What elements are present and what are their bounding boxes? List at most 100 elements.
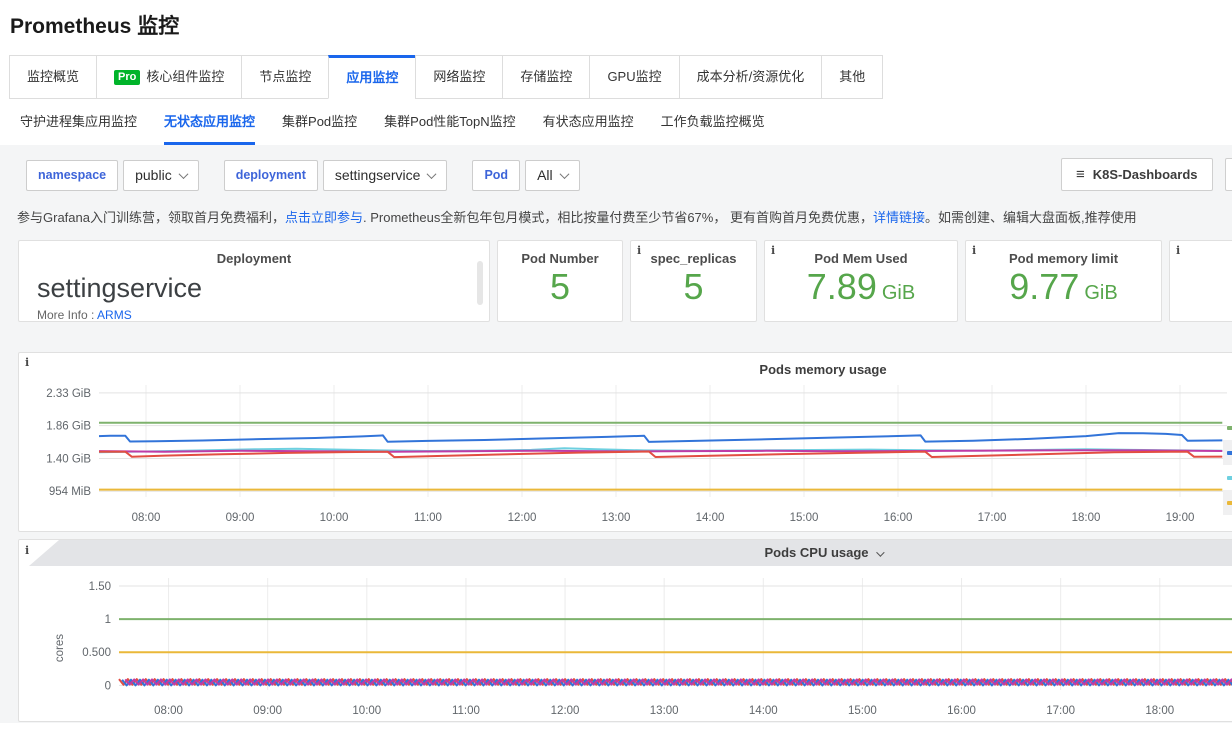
info-icon[interactable]: i: [972, 244, 976, 257]
svg-text:2.33 GiB: 2.33 GiB: [46, 388, 91, 400]
tab-others[interactable]: 其他: [821, 55, 883, 99]
tab-network-monitor[interactable]: 网络监控: [415, 55, 503, 99]
more-info-label: More Info :: [37, 308, 94, 322]
cpu-usage-chart: 08:0009:0010:0011:0012:0013:0014:0015:00…: [19, 568, 1232, 722]
join-now-link[interactable]: 点击立即参与: [285, 210, 363, 225]
info-icon[interactable]: i: [25, 544, 29, 557]
arms-link[interactable]: ARMS: [97, 308, 132, 322]
svg-text:14:00: 14:00: [696, 512, 725, 524]
svg-text:cores: cores: [54, 634, 66, 662]
tab-core-components[interactable]: Pro核心组件监控: [96, 55, 242, 99]
svg-text:11:00: 11:00: [452, 705, 480, 717]
legend-item[interactable]: [1223, 490, 1232, 515]
svg-text:15:00: 15:00: [790, 512, 819, 524]
svg-text:19:00: 19:00: [1166, 512, 1195, 524]
svg-text:16:00: 16:00: [947, 705, 976, 717]
promo-banner: 参与Grafana入门训练营，领取首月免费福利，点击立即参与. Promethe…: [17, 207, 1232, 226]
svg-text:09:00: 09:00: [253, 705, 282, 717]
cpu-chart-title[interactable]: Pods CPU usage: [19, 540, 1232, 566]
banner-text: 。如需创建、编辑大盘面板,推荐使用: [925, 210, 1137, 225]
menu-icon: ≡: [1076, 166, 1085, 183]
svg-text:1: 1: [105, 614, 111, 626]
tab-cost-analysis[interactable]: 成本分析/资源优化: [679, 55, 823, 99]
pro-badge: Pro: [114, 70, 140, 85]
subtab-cluster-pod[interactable]: 集群Pod监控: [282, 99, 357, 145]
legend-swatch: [1227, 451, 1232, 455]
svg-text:08:00: 08:00: [154, 705, 183, 717]
sub-tab-bar: 守护进程集应用监控 无状态应用监控 集群Pod监控 集群Pod性能TopN监控 …: [0, 99, 1232, 145]
cpu-chart-header: i Pods CPU usage: [19, 540, 1232, 566]
panel-scrollbar[interactable]: [477, 261, 483, 305]
tab-gpu-monitor[interactable]: GPU监控: [589, 55, 679, 99]
stat-panel-deployment: Deployment settingservice More Info : AR…: [18, 240, 490, 322]
svg-text:1.86 GiB: 1.86 GiB: [46, 421, 91, 433]
info-icon[interactable]: i: [637, 244, 641, 257]
stat-panel-pod-memory-limit: i Pod memory limit 9.77GiB: [965, 240, 1162, 322]
legend-swatch: [1227, 426, 1232, 430]
import-button[interactable]: 导入G: [1225, 158, 1232, 191]
legend-item[interactable]: [1223, 415, 1232, 440]
value-unit: GiB: [1084, 282, 1117, 304]
spec-replicas-value: 5: [631, 267, 756, 307]
deployment-name-value: settingservice: [19, 273, 489, 303]
info-icon[interactable]: i: [25, 356, 29, 369]
svg-text:08:00: 08:00: [132, 512, 161, 524]
stat-panel-pod-mem-used: i Pod Mem Used 7.89GiB: [764, 240, 958, 322]
svg-text:10:00: 10:00: [352, 705, 381, 717]
tab-label: 存储监控: [520, 56, 572, 98]
chevron-down-icon: [427, 169, 437, 179]
svg-text:15:00: 15:00: [848, 705, 877, 717]
details-link[interactable]: 详情链接: [873, 210, 925, 225]
filter-group: namespace public deployment settingservi…: [26, 159, 1232, 191]
stat-title: Pod Number: [498, 251, 622, 266]
svg-text:17:00: 17:00: [978, 512, 1007, 524]
more-info-line: More Info : ARMS: [19, 308, 489, 322]
filter-row: namespace public deployment settingservi…: [26, 159, 1232, 191]
stat-panel-spec-replicas: i spec_replicas 5: [630, 240, 757, 322]
tab-app-monitor[interactable]: 应用监控: [328, 55, 416, 99]
info-icon[interactable]: i: [1176, 244, 1180, 257]
cpu-chart-title-text: Pods CPU usage: [764, 545, 868, 560]
svg-text:1.40 GiB: 1.40 GiB: [46, 453, 91, 465]
pod-mem-used-value: 7.89GiB: [765, 267, 957, 313]
namespace-value: public: [135, 167, 172, 183]
svg-text:16:00: 16:00: [884, 512, 913, 524]
memory-usage-chart: 08:0009:0010:0011:0012:0013:0014:0015:00…: [19, 379, 1232, 530]
dashboard-content: namespace public deployment settingservi…: [0, 145, 1232, 723]
subtab-stateless-app[interactable]: 无状态应用监控: [164, 99, 255, 145]
tab-label: 网络监控: [433, 56, 485, 98]
subtab-daemonset-app[interactable]: 守护进程集应用监控: [20, 99, 137, 145]
tab-node-monitor[interactable]: 节点监控: [241, 55, 329, 99]
page-title: Prometheus 监控: [10, 10, 1232, 40]
svg-text:18:00: 18:00: [1145, 705, 1174, 717]
stat-title: Pod Mem Used: [765, 251, 957, 266]
legend-item[interactable]: [1223, 465, 1232, 490]
pod-select[interactable]: All: [525, 160, 580, 191]
tab-monitor-overview[interactable]: 监控概览: [9, 55, 97, 99]
pod-memory-limit-value: 9.77GiB: [966, 267, 1161, 313]
pod-number-value: 5: [498, 267, 622, 307]
tab-storage-monitor[interactable]: 存储监控: [502, 55, 590, 99]
legend-item[interactable]: [1223, 440, 1232, 465]
chevron-down-icon: [559, 169, 569, 179]
legend-swatch: [1227, 501, 1232, 505]
namespace-select[interactable]: public: [123, 160, 199, 191]
svg-text:13:00: 13:00: [602, 512, 631, 524]
tab-label: 其他: [839, 56, 865, 98]
main-tab-bar: 监控概览 Pro核心组件监控 节点监控 应用监控 网络监控 存储监控 GPU监控…: [10, 55, 1232, 99]
info-icon[interactable]: i: [771, 244, 775, 257]
stat-panel-pod-number: Pod Number 5: [497, 240, 623, 322]
deployment-label: deployment: [224, 160, 318, 191]
subtab-stateful-app[interactable]: 有状态应用监控: [543, 99, 634, 145]
k8s-dashboards-button[interactable]: ≡ K8S-Dashboards: [1061, 158, 1213, 191]
subtab-cluster-pod-topn[interactable]: 集群Pod性能TopN监控: [384, 99, 515, 145]
svg-text:0.500: 0.500: [82, 647, 111, 659]
chevron-down-icon: [178, 169, 188, 179]
stat-title: Deployment: [19, 251, 489, 266]
memory-chart-title: Pods memory usage: [19, 362, 1232, 377]
svg-text:09:00: 09:00: [226, 512, 255, 524]
legend-strip[interactable]: [1223, 415, 1232, 515]
subtab-workload-overview[interactable]: 工作负载监控概览: [661, 99, 765, 145]
deployment-select[interactable]: settingservice: [323, 160, 448, 191]
svg-text:11:00: 11:00: [414, 512, 442, 524]
